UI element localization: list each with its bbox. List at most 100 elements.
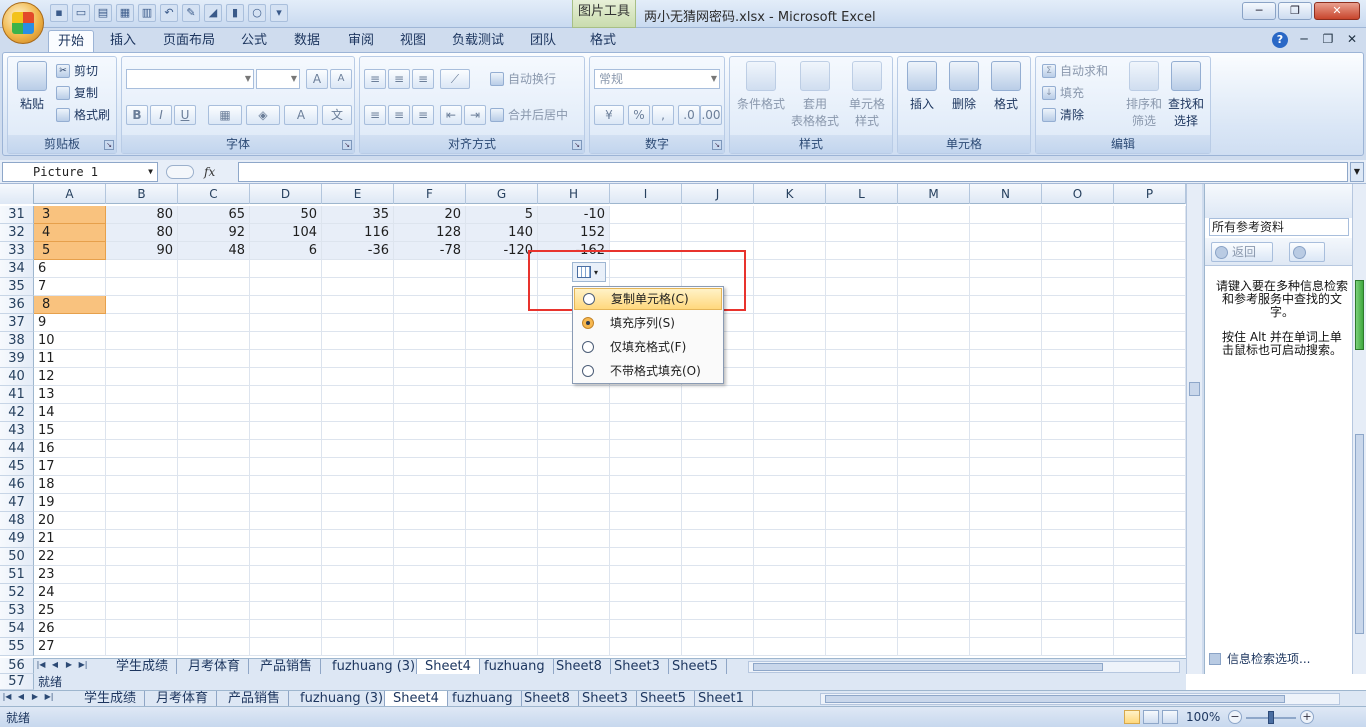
cell[interactable] [178, 512, 250, 530]
cell[interactable] [106, 530, 178, 548]
sheet-tab[interactable]: 产品销售 [220, 691, 290, 707]
fill-color-icon[interactable]: ◈ [246, 105, 280, 125]
radio-copy-cells[interactable] [583, 293, 595, 305]
cell-a[interactable]: 7 [34, 278, 106, 296]
cell[interactable] [610, 404, 682, 422]
copy-button[interactable]: 复制 [56, 83, 98, 103]
name-box[interactable]: Picture 1 ▼ [2, 162, 158, 182]
sheet-tab[interactable]: fuzhuang [476, 659, 554, 675]
cell[interactable] [970, 278, 1042, 296]
cell[interactable] [826, 296, 898, 314]
cell[interactable] [1042, 368, 1114, 386]
font-launcher-icon[interactable]: ↘ [342, 140, 352, 150]
cell-a[interactable]: 5 [34, 242, 106, 260]
align-right-icon[interactable]: ≡ [412, 105, 434, 125]
cell[interactable] [898, 458, 970, 476]
tab-home[interactable]: 开始 [48, 30, 94, 52]
cell[interactable] [1114, 224, 1186, 242]
cell[interactable] [1042, 350, 1114, 368]
horizontal-scroll-thumb[interactable] [825, 695, 1285, 703]
cell[interactable] [250, 386, 322, 404]
column-header[interactable]: I [610, 184, 682, 204]
first-sheet-icon[interactable]: |◀ [2, 692, 12, 701]
cell[interactable] [970, 476, 1042, 494]
research-scroll-track[interactable] [1355, 434, 1364, 634]
cell[interactable] [322, 638, 394, 656]
cell[interactable] [1042, 602, 1114, 620]
tab-formulas[interactable]: 公式 [230, 30, 278, 52]
cell[interactable] [970, 368, 1042, 386]
cell[interactable] [394, 314, 466, 332]
cell-a[interactable]: 24 [34, 584, 106, 602]
cell[interactable] [106, 296, 178, 314]
row-header[interactable]: 48 [0, 512, 34, 530]
cell[interactable] [754, 224, 826, 242]
cell[interactable] [826, 368, 898, 386]
cell[interactable] [322, 530, 394, 548]
cell[interactable] [898, 422, 970, 440]
cell-a[interactable]: 19 [34, 494, 106, 512]
cell[interactable] [610, 602, 682, 620]
clipboard-launcher-icon[interactable]: ↘ [104, 140, 114, 150]
cell[interactable] [1042, 458, 1114, 476]
cell[interactable] [682, 242, 754, 260]
cell[interactable] [754, 458, 826, 476]
cut-button[interactable]: ✂ 剪切 [56, 61, 98, 81]
row-header[interactable]: 42 [0, 404, 34, 422]
cell[interactable] [538, 620, 610, 638]
cell[interactable] [970, 638, 1042, 656]
cell[interactable] [610, 494, 682, 512]
cell[interactable] [898, 512, 970, 530]
align-middle-icon[interactable]: ≡ [388, 69, 410, 89]
ribbon-restore-icon[interactable]: ❐ [1320, 32, 1336, 48]
align-left-icon[interactable]: ≡ [364, 105, 386, 125]
cell[interactable] [106, 404, 178, 422]
cell[interactable] [682, 386, 754, 404]
cell[interactable] [538, 422, 610, 440]
sheet-tab[interactable]: Sheet4 [416, 659, 480, 675]
cell[interactable] [826, 458, 898, 476]
cell[interactable] [178, 476, 250, 494]
research-scrollbar[interactable] [1352, 184, 1366, 676]
cell[interactable] [1114, 548, 1186, 566]
tab-review[interactable]: 审阅 [338, 30, 384, 52]
cell[interactable] [394, 620, 466, 638]
cell[interactable] [826, 206, 898, 224]
cell[interactable] [610, 638, 682, 656]
cell[interactable] [394, 602, 466, 620]
cell[interactable] [1114, 296, 1186, 314]
sheet-tab[interactable]: Sheet5 [632, 691, 695, 707]
next-sheet-icon[interactable]: ▶ [30, 692, 40, 701]
cell[interactable] [898, 548, 970, 566]
cell[interactable] [250, 350, 322, 368]
cell[interactable] [178, 350, 250, 368]
cell[interactable]: -162 [538, 242, 610, 260]
font-color-icon[interactable]: A [284, 105, 318, 125]
cell[interactable] [826, 314, 898, 332]
cell[interactable] [610, 584, 682, 602]
cell[interactable] [682, 548, 754, 566]
cell[interactable] [970, 314, 1042, 332]
cell[interactable] [178, 530, 250, 548]
cell[interactable] [1042, 278, 1114, 296]
cell[interactable] [178, 332, 250, 350]
cell[interactable] [826, 548, 898, 566]
cell[interactable] [1114, 530, 1186, 548]
cell-a[interactable]: 22 [34, 548, 106, 566]
cell[interactable] [826, 386, 898, 404]
cell-a[interactable]: 6 [34, 260, 106, 278]
cell[interactable] [466, 476, 538, 494]
cell[interactable] [250, 548, 322, 566]
cell[interactable]: -120 [466, 242, 538, 260]
cell[interactable] [178, 620, 250, 638]
cell[interactable] [322, 548, 394, 566]
cell[interactable] [106, 422, 178, 440]
conditional-format-button[interactable]: 条件格式 [734, 61, 788, 112]
cell[interactable] [394, 548, 466, 566]
cell[interactable] [898, 476, 970, 494]
cell[interactable] [178, 566, 250, 584]
border-icon[interactable]: ▥ [138, 4, 156, 22]
cell[interactable] [250, 260, 322, 278]
cell[interactable] [466, 278, 538, 296]
cell[interactable] [610, 440, 682, 458]
